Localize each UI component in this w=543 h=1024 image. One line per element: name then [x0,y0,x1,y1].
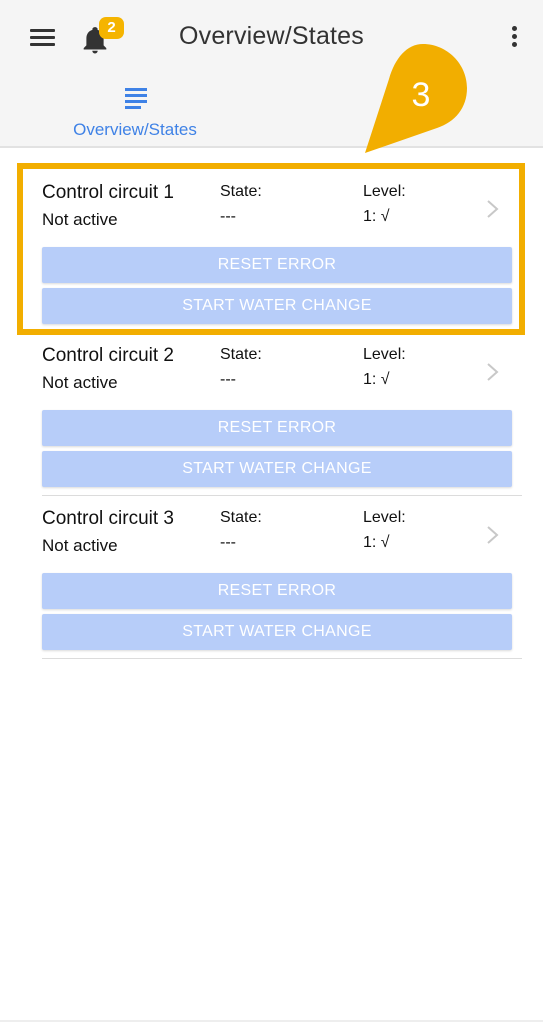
circuit-status: Not active [42,373,118,392]
divider [42,495,522,496]
bottom-edge [0,1020,543,1022]
circuit-status: Not active [42,536,118,555]
state-value: --- [220,534,236,551]
state-label: State: [220,346,262,363]
callout-marker: 3 [365,44,467,153]
reset-error-button[interactable]: RESET ERROR [42,573,512,609]
level-value: 1: √ [363,534,390,551]
state-label: State: [220,509,262,526]
start-water-change-button[interactable]: START WATER CHANGE [42,614,512,650]
state-value: --- [220,371,236,388]
level-value: 1: √ [363,371,390,388]
reset-error-button[interactable]: RESET ERROR [42,410,512,446]
chevron-right-icon[interactable] [485,524,501,546]
control-circuit-item: Control circuit 2 Not active State: --- … [42,345,522,508]
level-label: Level: [363,509,406,526]
circuit-name: Control circuit 2 [42,345,174,366]
divider [42,658,522,659]
tab-overview-states[interactable]: Overview/States [40,78,230,146]
circuit-name: Control circuit 3 [42,508,174,529]
tab-label: Overview/States [73,120,197,139]
level-label: Level: [363,346,406,363]
callout-number: 3 [412,76,431,114]
list-icon [125,88,147,109]
chevron-right-icon[interactable] [485,361,501,383]
more-vert-icon[interactable] [508,26,520,50]
highlight-frame [17,163,525,335]
control-circuit-item: Control circuit 3 Not active State: --- … [42,508,522,671]
start-water-change-button[interactable]: START WATER CHANGE [42,451,512,487]
